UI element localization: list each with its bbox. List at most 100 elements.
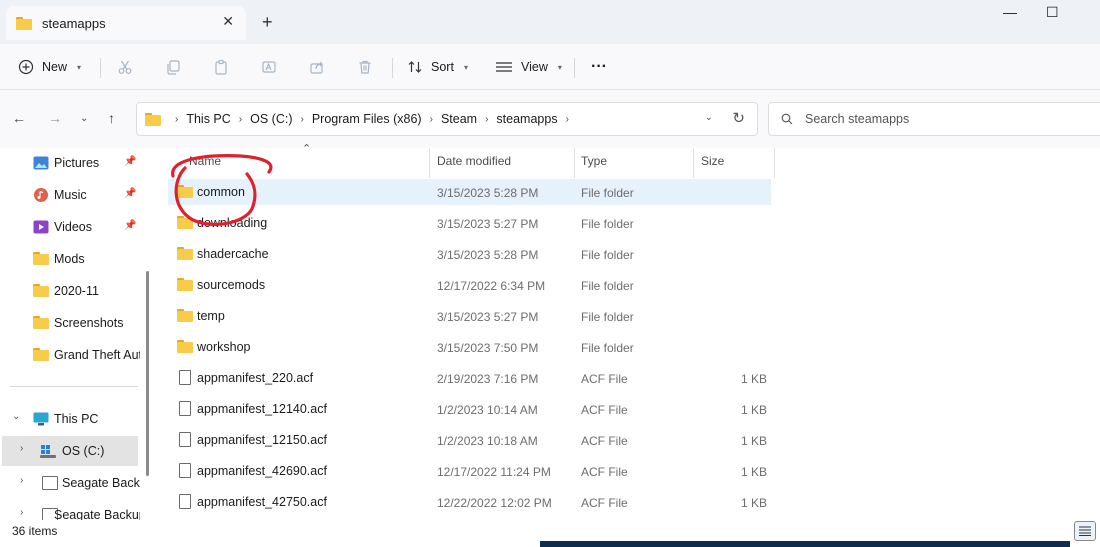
table-row[interactable]: sourcemods 12/17/2022 6:34 PM File folde… — [168, 272, 771, 298]
view-button[interactable]: View ▾ — [495, 54, 562, 80]
chevron-right-icon[interactable]: › — [20, 475, 23, 486]
nav-item-grand-theft-auto[interactable]: Grand Theft Aut — [0, 340, 140, 370]
share-icon[interactable] — [306, 56, 328, 78]
search-placeholder: Search steamapps — [805, 112, 910, 126]
table-row[interactable]: downloading 3/15/2023 5:27 PM File folde… — [168, 210, 771, 236]
nav-item-mods[interactable]: Mods — [0, 244, 140, 274]
file-name: downloading — [197, 216, 268, 230]
file-type: File folder — [581, 248, 634, 262]
table-row[interactable]: appmanifest_42690.acf 12/17/2022 11:24 P… — [168, 458, 771, 484]
forward-button[interactable]: → — [48, 110, 62, 126]
column-header-size[interactable]: Size — [701, 154, 724, 176]
table-row[interactable]: shadercache 3/15/2023 5:28 PM File folde… — [168, 241, 771, 267]
minimize-button[interactable]: — — [1003, 4, 1017, 20]
pin-icon: 📌 — [124, 220, 137, 231]
folder-icon — [177, 340, 193, 353]
column-header-type[interactable]: Type — [581, 154, 607, 176]
file-date: 3/15/2023 5:27 PM — [437, 310, 539, 324]
divider — [100, 58, 101, 78]
address-bar[interactable]: › This PC › OS (C:) › Program Files (x86… — [136, 102, 758, 136]
folder-icon — [33, 316, 49, 330]
nav-item-videos[interactable]: Videos 📌 — [0, 212, 140, 242]
window-tab[interactable]: steamapps ✕ — [6, 6, 246, 40]
nav-scrollbar[interactable] — [146, 271, 149, 476]
cut-icon[interactable] — [114, 56, 136, 78]
file-size: 1 KB — [740, 496, 767, 510]
nav-item-label: Mods — [54, 252, 85, 266]
folder-icon — [16, 16, 32, 30]
nav-item-screenshots[interactable]: Screenshots — [0, 308, 140, 338]
nav-item-seagate-backup-2[interactable]: › Seagate Backup — [0, 500, 140, 520]
file-size: 1 KB — [740, 403, 767, 417]
search-input[interactable]: Search steamapps — [768, 102, 1100, 136]
file-type: File folder — [581, 310, 634, 324]
new-button[interactable]: New ▾ — [18, 54, 81, 80]
maximize-button[interactable]: ☐ — [1046, 4, 1059, 21]
table-row[interactable]: common 3/15/2023 5:28 PM File folder — [168, 179, 771, 205]
breadcrumb-steam[interactable]: Steam — [441, 112, 477, 126]
column-divider[interactable] — [574, 148, 575, 178]
refresh-icon[interactable]: ↻ — [732, 109, 745, 127]
copy-icon[interactable] — [162, 56, 184, 78]
file-name: temp — [197, 309, 225, 323]
sort-ascending-icon: ⌃ — [302, 143, 312, 155]
chevron-right-icon[interactable]: › — [20, 507, 23, 518]
divider — [574, 58, 575, 78]
nav-item-music[interactable]: Music 📌 — [0, 180, 140, 210]
recent-locations-button[interactable]: ⌄ — [80, 113, 88, 124]
nav-item-pictures[interactable]: Pictures 📌 — [0, 148, 140, 178]
nav-item-os-c[interactable]: › OS (C:) — [2, 436, 138, 466]
nav-item-label: Screenshots — [54, 316, 124, 330]
sort-icon — [408, 61, 422, 73]
file-type: ACF File — [581, 465, 628, 479]
nav-divider — [10, 386, 138, 387]
chevron-down-icon[interactable]: ⌄ — [12, 411, 20, 422]
table-row[interactable]: appmanifest_12150.acf 1/2/2023 10:18 AM … — [168, 427, 771, 453]
column-header-date[interactable]: Date modified — [437, 154, 511, 176]
column-divider[interactable] — [693, 148, 694, 178]
folder-icon — [33, 252, 49, 266]
drive-icon — [42, 476, 58, 490]
column-divider[interactable] — [429, 148, 430, 178]
column-header-name[interactable]: Name — [189, 154, 221, 176]
more-options-button[interactable]: ··· — [591, 54, 607, 80]
table-row[interactable]: temp 3/15/2023 5:27 PM File folder — [168, 303, 771, 329]
table-row[interactable]: appmanifest_220.acf 2/19/2023 7:16 PM AC… — [168, 365, 771, 391]
file-type: File folder — [581, 186, 634, 200]
file-date: 12/22/2022 12:02 PM — [437, 496, 552, 510]
table-row[interactable]: workshop 3/15/2023 7:50 PM File folder — [168, 334, 771, 360]
chevron-right-icon: › — [565, 113, 569, 125]
delete-icon[interactable] — [354, 56, 376, 78]
file-list: ⌃ Name Date modified Type Size common 3/… — [160, 143, 1100, 520]
new-tab-button[interactable]: + — [262, 12, 273, 33]
file-date: 3/15/2023 5:28 PM — [437, 248, 539, 262]
paste-icon[interactable] — [210, 56, 232, 78]
chevron-right-icon[interactable]: › — [20, 443, 23, 454]
file-name: appmanifest_42690.acf — [197, 464, 327, 478]
table-row[interactable]: appmanifest_42750.acf 12/22/2022 12:02 P… — [168, 489, 771, 515]
file-type: ACF File — [581, 496, 628, 510]
breadcrumb-this-pc[interactable]: This PC — [186, 112, 230, 126]
details-view-button[interactable] — [1074, 521, 1096, 541]
breadcrumb-steamapps[interactable]: steamapps — [496, 112, 557, 126]
chevron-down-icon[interactable]: ⌄ — [705, 112, 713, 123]
table-row[interactable]: appmanifest_12140.acf 1/2/2023 10:14 AM … — [168, 396, 771, 422]
nav-item-this-pc[interactable]: ⌄ This PC — [0, 404, 140, 434]
rename-icon[interactable] — [258, 56, 280, 78]
nav-item-label: Music — [54, 188, 87, 202]
plus-circle-icon — [18, 59, 34, 75]
close-tab-icon[interactable]: ✕ — [222, 13, 234, 30]
sort-button[interactable]: Sort ▾ — [407, 54, 468, 80]
nav-item-2020-11[interactable]: 2020-11 — [0, 276, 140, 306]
column-divider[interactable] — [774, 148, 775, 178]
nav-item-seagate-backup[interactable]: › Seagate Backu — [0, 468, 140, 498]
file-type: ACF File — [581, 434, 628, 448]
breadcrumb-os-c[interactable]: OS (C:) — [250, 112, 292, 126]
navigation-pane: Pictures 📌 Music 📌 Videos 📌 Mods 2020-11… — [0, 148, 150, 520]
back-button[interactable]: ← — [12, 110, 26, 126]
file-name: shadercache — [197, 247, 269, 261]
folder-icon — [33, 348, 49, 362]
breadcrumb-program-files[interactable]: Program Files (x86) — [312, 112, 422, 126]
folder-icon — [177, 247, 193, 260]
up-button[interactable]: ↑ — [108, 110, 115, 126]
